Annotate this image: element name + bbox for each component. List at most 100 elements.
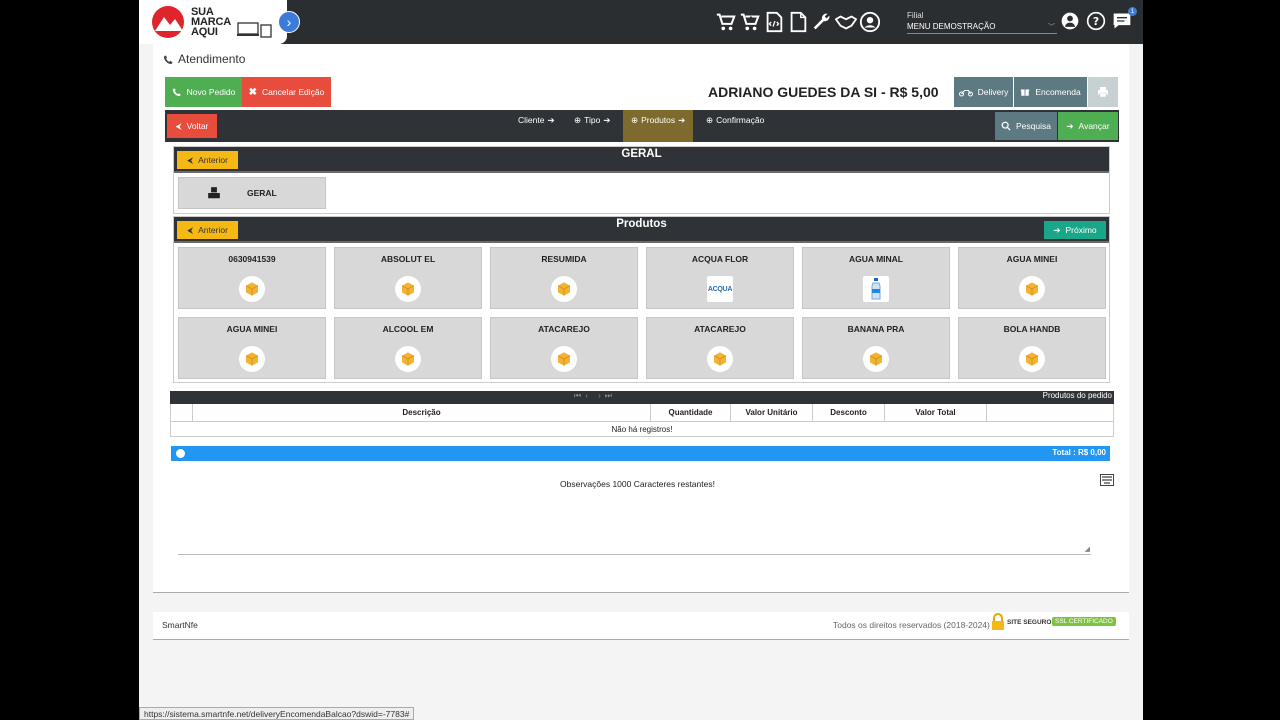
observacoes-label: Observações 1000 Caracteres restantes! — [560, 479, 715, 489]
total-bar: Total : R$ 0,00 — [171, 446, 1110, 461]
step-cliente[interactable]: Cliente ➔ — [518, 110, 555, 142]
product-name: AGUA MINEI — [1006, 254, 1058, 264]
cart-add-icon[interactable] — [739, 10, 761, 34]
devices-icon — [237, 22, 272, 38]
step-produtos[interactable]: ⊕ Produtos ➔ — [623, 110, 694, 142]
product-tile[interactable]: BANANA PRA — [802, 317, 950, 379]
resize-handle-icon[interactable]: ◢ — [1085, 545, 1090, 553]
wrench-icon[interactable] — [811, 10, 833, 34]
search-icon — [1001, 121, 1011, 131]
product-tile[interactable]: AGUA MINEI — [178, 317, 326, 379]
product-name: BOLA HANDB — [1003, 324, 1061, 334]
products-panel: ⮜ Anterior Produtos ➔ Próximo 0630941539… — [173, 216, 1110, 383]
box-icon — [1019, 346, 1045, 372]
bottle-icon — [863, 276, 889, 302]
user-profile-icon[interactable] — [1059, 10, 1081, 32]
logo-text: SUA MARCA AQUI — [191, 6, 231, 38]
pagination-controls[interactable]: ⏮‹ ›⏭ — [574, 391, 616, 401]
divider — [153, 592, 1129, 593]
close-icon: ✖ — [248, 86, 257, 98]
column-descricao[interactable]: Descrição — [193, 404, 651, 421]
main-content: Atendimento Novo Pedido ✖ Cancelar Ediçã… — [153, 44, 1129, 592]
wizard-steps-bar: ⮜ Voltar Cliente ➔ ⊕ Tipo ➔ ⊕ Produtos ➔… — [165, 110, 1119, 142]
help-icon[interactable]: ? — [1085, 10, 1107, 32]
circle-icon — [176, 449, 185, 458]
cubes-icon — [208, 187, 220, 199]
order-table: ⏮‹ ›⏭ Produtos do pedido Descrição Quant… — [170, 391, 1114, 437]
avancar-button[interactable]: ➔ Avançar — [1058, 112, 1118, 140]
svg-text:?: ? — [1093, 15, 1099, 28]
order-table-toolbar: ⏮‹ ›⏭ Produtos do pedido — [170, 391, 1114, 404]
chevron-down-icon: ﹀ — [1048, 24, 1055, 31]
delivery-button[interactable]: Delivery — [954, 77, 1013, 107]
product-tile[interactable]: AGUA MINAL — [802, 247, 950, 309]
column-valor-unitario[interactable]: Valor Unitário — [731, 404, 813, 421]
novo-pedido-button[interactable]: Novo Pedido — [165, 77, 242, 107]
footer-rights: Todos os direitos reservados (2018-2024) — [833, 620, 990, 630]
product-tile[interactable]: AGUA MINEI — [958, 247, 1106, 309]
cancelar-edicao-button[interactable]: ✖ Cancelar Edição — [242, 77, 331, 107]
product-tile[interactable]: ATACAREJO — [490, 317, 638, 379]
column-quantidade[interactable]: Quantidade — [651, 404, 731, 421]
product-tile[interactable]: RESUMIDA — [490, 247, 638, 309]
keyboard-icon[interactable] — [1100, 474, 1114, 486]
box-icon — [551, 276, 577, 302]
lock-icon — [992, 613, 1004, 630]
products-panel-header: ⮜ Anterior Produtos ➔ Próximo — [174, 217, 1109, 243]
gift-icon — [1021, 89, 1030, 96]
arrow-right-circle-icon: ➔ — [1066, 120, 1074, 131]
category-name: GERAL — [247, 188, 277, 198]
top-shortcuts — [715, 10, 881, 34]
product-tile[interactable]: ALCOOL EM — [334, 317, 482, 379]
handshake-icon[interactable] — [835, 10, 857, 34]
print-button[interactable] — [1088, 77, 1118, 107]
product-image: ACQUA — [707, 276, 733, 302]
cart-icon[interactable] — [715, 10, 737, 34]
filial-select[interactable]: Filial MENU DEMOSTRAÇÃO ﹀ — [907, 11, 1057, 34]
phone-icon — [172, 88, 181, 97]
order-table-title: Produtos do pedido — [1042, 391, 1112, 400]
product-tile[interactable]: BOLA HANDB — [958, 317, 1106, 379]
status-url: https://sistema.smartnfe.net/deliveryEnc… — [139, 707, 415, 720]
filial-value: MENU DEMOSTRAÇÃO — [907, 22, 996, 31]
notification-badge: 1 — [1128, 7, 1137, 16]
plus-circle-icon: ⊕ — [631, 115, 639, 125]
file-icon[interactable] — [787, 10, 809, 34]
arrow-right-circle-icon: ➔ — [1053, 224, 1061, 235]
category-tile[interactable]: GERAL — [178, 177, 326, 209]
products-proximo-button[interactable]: ➔ Próximo — [1044, 221, 1106, 239]
product-tile[interactable]: ABSOLUT EL — [334, 247, 482, 309]
xml-file-icon[interactable] — [763, 10, 785, 34]
phone-volume-icon — [163, 54, 173, 64]
plus-circle-icon: ⊕ — [706, 115, 714, 125]
column-desconto[interactable]: Desconto — [813, 404, 885, 421]
top-navbar: SUA MARCA AQUI › Filial MENU DEMOSTRAÇÃO… — [139, 0, 1143, 44]
product-name: 0630941539 — [228, 254, 276, 264]
product-tile[interactable]: ACQUA FLOR ACQUA — [646, 247, 794, 309]
product-tile[interactable]: 0630941539 — [178, 247, 326, 309]
products-panel-title: Produtos — [616, 218, 667, 230]
brand-logo[interactable]: SUA MARCA AQUI — [139, 0, 287, 44]
sidebar-toggle-button[interactable]: › — [278, 11, 300, 33]
product-tile[interactable]: ATACAREJO — [646, 317, 794, 379]
plus-circle-icon: ⊕ — [574, 115, 582, 125]
product-name: ALCOOL EM — [382, 324, 434, 334]
product-name: ATACAREJO — [538, 324, 590, 334]
empty-row: Não há registros! — [170, 422, 1114, 437]
app-window: SUA MARCA AQUI › Filial MENU DEMOSTRAÇÃO… — [139, 0, 1143, 720]
voltar-button[interactable]: ⮜ Voltar — [167, 114, 217, 138]
user-circle-icon[interactable] — [859, 10, 881, 34]
observacoes-textarea[interactable]: ◢ — [178, 489, 1091, 555]
step-confirmacao[interactable]: ⊕ Confirmação — [706, 110, 764, 142]
product-name: RESUMIDA — [541, 254, 587, 264]
box-icon — [1019, 276, 1045, 302]
step-tipo[interactable]: ⊕ Tipo ➔ — [574, 110, 610, 142]
box-icon — [395, 276, 421, 302]
arrow-left-circle-icon: ⮜ — [175, 120, 182, 131]
footer-brand: SmartNfe — [162, 620, 198, 630]
pesquisa-button[interactable]: Pesquisa — [995, 112, 1057, 140]
encomenda-button[interactable]: Encomenda — [1014, 77, 1087, 107]
column-valor-total[interactable]: Valor Total — [885, 404, 987, 421]
section-header: Atendimento — [163, 52, 245, 66]
messages-icon[interactable]: 1 — [1111, 7, 1137, 32]
